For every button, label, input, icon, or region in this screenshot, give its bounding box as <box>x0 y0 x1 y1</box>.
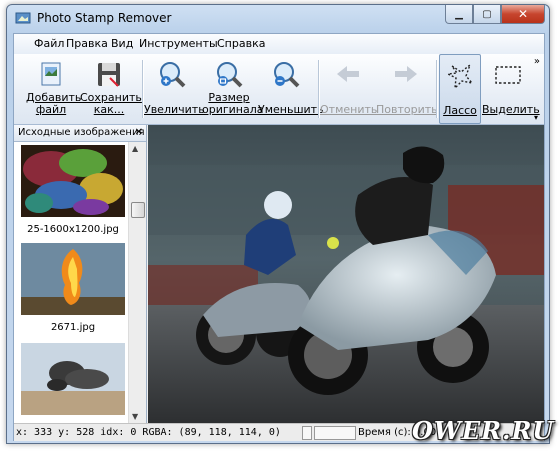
status-coords: x: 333 y: 528 idx: 0 RGBA: (89, 118, 114… <box>16 427 281 438</box>
scroll-thumb[interactable] <box>131 202 145 218</box>
lasso-icon <box>445 62 474 90</box>
panel-close-icon[interactable]: ✕ <box>135 125 143 141</box>
menu-file[interactable]: Файл <box>34 37 64 50</box>
original-size-label: Размер оригинала <box>202 91 264 116</box>
select-label: Выделить <box>482 103 540 116</box>
menu-bar: Файл Правка Вид Инструменты Справка <box>14 34 544 54</box>
zoom-in-button[interactable]: Увеличить <box>144 54 205 124</box>
panel-title: Исходные изображения <box>18 127 145 138</box>
lasso-label: Лассо <box>443 104 477 117</box>
thumbnail-item[interactable]: 2671.jpg <box>21 243 125 333</box>
window-title: Photo Stamp Remover <box>37 11 172 25</box>
zoom-out-icon <box>274 62 300 88</box>
save-icon <box>98 63 120 87</box>
minimize-button[interactable]: ▁ <box>445 5 473 24</box>
app-window: Photo Stamp Remover ▁ ▢ ✕ Файл Правка Ви… <box>6 4 550 444</box>
scroll-down-icon[interactable]: ▼ <box>132 412 138 421</box>
toolbar: Добавить файл Сохранить как... Увеличить… <box>14 54 544 125</box>
zoom-in-icon <box>160 62 186 88</box>
zoom-in-label: Увеличить <box>144 103 205 116</box>
toolbar-dropdown-icon[interactable]: ▾ <box>534 113 538 122</box>
title-bar[interactable]: Photo Stamp Remover ▁ ▢ ✕ <box>7 5 549 31</box>
add-file-icon <box>41 62 61 86</box>
save-as-label: Сохранить как... <box>80 91 142 116</box>
undo-button[interactable]: Отменить <box>320 54 378 124</box>
menu-tools[interactable]: Инструменты <box>139 37 218 50</box>
thumbnail-image <box>21 243 125 315</box>
menu-help[interactable]: Справка <box>217 37 265 50</box>
redo-icon <box>395 66 417 82</box>
rect-select-icon <box>495 66 521 84</box>
status-progress <box>314 426 356 440</box>
thumbnail-caption: 2671.jpg <box>50 322 96 333</box>
undo-label: Отменить <box>320 103 378 116</box>
panel-header: Исходные изображения ✕ <box>14 125 146 142</box>
close-button[interactable]: ✕ <box>501 5 545 24</box>
image-canvas[interactable] <box>148 125 544 423</box>
thumbnail-image <box>21 343 125 415</box>
thumbnail-caption: 25-1600x1200.jpg <box>27 224 119 235</box>
toolbar-overflow-icon[interactable]: » <box>534 56 540 67</box>
status-progress-small <box>302 426 312 440</box>
scroll-up-icon[interactable]: ▲ <box>132 144 138 153</box>
watermark-logo: OWER.RU <box>412 416 555 445</box>
menu-edit[interactable]: Правка <box>66 37 108 50</box>
save-as-button[interactable]: Сохранить как... <box>80 54 142 124</box>
redo-button[interactable]: Повторить <box>376 54 438 124</box>
undo-icon <box>337 66 359 82</box>
redo-label: Повторить <box>376 103 438 116</box>
thumbnail-image <box>21 145 125 217</box>
client-area: Файл Правка Вид Инструменты Справка Доба… <box>13 33 545 441</box>
zoom-out-label: Уменьшить <box>258 103 324 116</box>
original-size-icon <box>217 62 243 88</box>
thumbnail-item[interactable] <box>21 343 125 422</box>
menu-view[interactable]: Вид <box>111 37 133 50</box>
add-file-button[interactable]: Добавить файл <box>26 54 82 124</box>
panel-scrollbar[interactable]: ▲ ▼ <box>128 142 146 423</box>
zoom-out-button[interactable]: Уменьшить <box>258 54 324 124</box>
thumbnail-item[interactable]: 25-1600x1200.jpg <box>21 145 125 235</box>
lasso-button[interactable]: Лассо <box>439 54 481 124</box>
source-images-panel: Исходные изображения ✕ 25-1600x1200.jpg <box>14 125 147 423</box>
maximize-button[interactable]: ▢ <box>473 5 501 24</box>
select-button[interactable]: Выделить <box>482 54 540 124</box>
original-size-button[interactable]: Размер оригинала <box>202 54 264 124</box>
app-icon <box>15 12 31 24</box>
add-file-label: Добавить файл <box>26 91 82 116</box>
main-photo <box>148 125 544 423</box>
